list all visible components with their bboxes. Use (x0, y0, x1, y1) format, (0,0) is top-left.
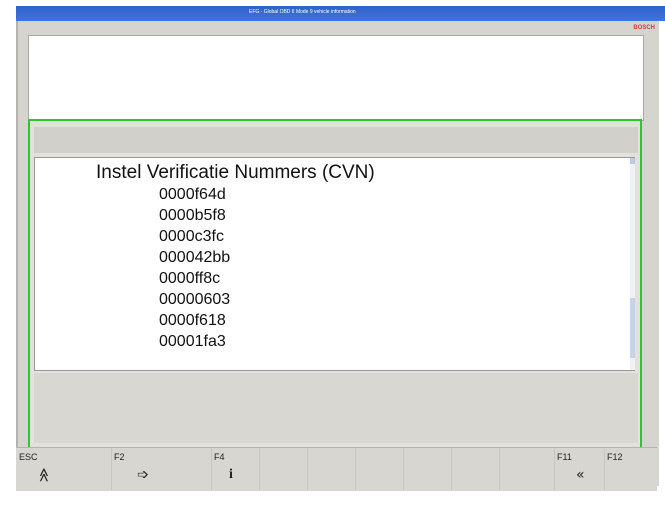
f2-key-button[interactable]: F2 ➩ (111, 448, 212, 490)
double-chevron-left-icon: « (576, 467, 585, 483)
arrow-right-icon: ➩ (137, 467, 149, 483)
header-panel (28, 35, 644, 121)
cvn-value: 0000c3fc (159, 228, 224, 245)
brand-logo: BOSCH (633, 25, 655, 31)
column-header-bar (34, 127, 638, 153)
cvn-value: 0000f618 (159, 312, 226, 329)
info-icon: i (229, 467, 233, 482)
empty-key (499, 448, 555, 490)
empty-key (451, 448, 500, 490)
cvn-value: 00001fa3 (159, 333, 226, 350)
key-label: F2 (114, 452, 125, 462)
double-chevron-up-icon: ≪ (35, 467, 52, 483)
empty-key (403, 448, 452, 490)
empty-key (355, 448, 404, 490)
title-bar: EFG - Global OBD II Mode 9 vehicle infor… (16, 6, 665, 21)
empty-key (259, 448, 308, 490)
f11-key-button[interactable]: F11 « (554, 448, 605, 490)
vertical-scrollbar[interactable] (630, 158, 635, 370)
cvn-list: 0000f64d 0000b5f8 0000c3fc 000042bb 0000… (159, 184, 230, 352)
main-frame: BOSCH Instel Verificatie Nummers (CVN) 0… (16, 21, 659, 486)
results-frame: Instel Verificatie Nummers (CVN) 0000f64… (28, 119, 642, 449)
cvn-heading: Instel Verificatie Nummers (CVN) (96, 162, 375, 183)
f12-key-button[interactable]: F12 (604, 448, 656, 490)
cvn-value: 0000f64d (159, 186, 226, 203)
function-key-bar: ESC ≪ F2 ➩ F4 i F11 « F12 (16, 447, 657, 491)
key-label: F12 (607, 452, 623, 462)
scroll-thumb[interactable] (630, 298, 635, 358)
empty-key (307, 448, 356, 490)
cvn-list-panel[interactable]: Instel Verificatie Nummers (CVN) 0000f64… (34, 157, 635, 371)
cvn-value: 0000ff8c (159, 270, 221, 287)
lower-panel (34, 373, 638, 443)
esc-key-button[interactable]: ESC ≪ (16, 448, 112, 490)
key-label: F11 (557, 452, 572, 462)
key-label: F4 (214, 452, 225, 462)
cvn-value: 00000603 (159, 291, 231, 308)
cvn-value: 000042bb (159, 249, 231, 266)
f4-key-button[interactable]: F4 i (211, 448, 260, 490)
window-title: EFG - Global OBD II Mode 9 vehicle infor… (249, 9, 356, 15)
key-label: ESC (19, 452, 38, 462)
scroll-up-icon[interactable] (630, 158, 635, 164)
cvn-value: 0000b5f8 (159, 207, 226, 224)
